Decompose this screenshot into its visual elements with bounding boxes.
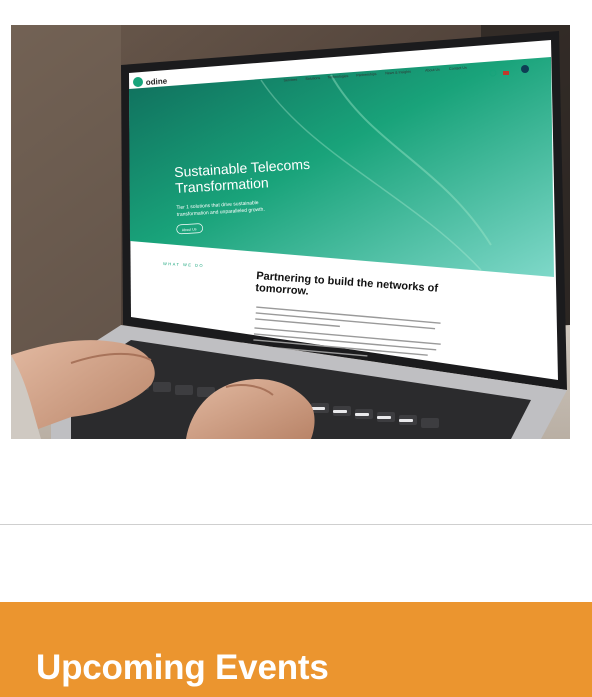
events-title: Upcoming Events xyxy=(36,648,329,687)
events-banner: Upcoming Events xyxy=(0,602,592,697)
section-divider xyxy=(0,524,592,525)
laptop-photo-illustration: odine Services Solutions Technologies Pa… xyxy=(11,25,570,439)
screen-logo-text: odine xyxy=(146,76,168,87)
screen-account-icon xyxy=(521,65,529,73)
hero-photo: odine Services Solutions Technologies Pa… xyxy=(11,25,570,439)
screen-flag-icon xyxy=(503,71,509,75)
